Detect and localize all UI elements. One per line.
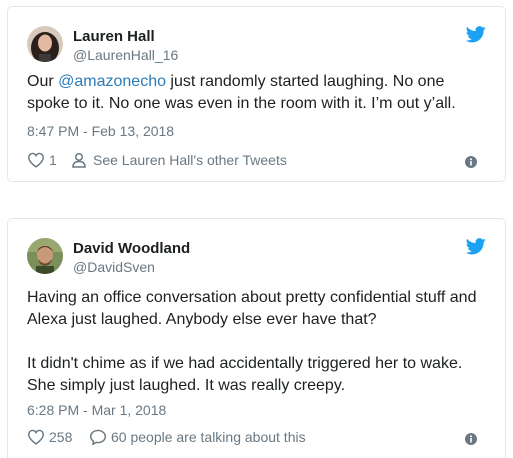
author-name[interactable]: David Woodland <box>73 240 190 257</box>
tweet-text-before: Our <box>27 73 59 90</box>
conversation-label: 60 people are talking about this <box>111 429 306 445</box>
twitter-bird-icon[interactable] <box>466 26 486 43</box>
author-name[interactable]: Lauren Hall <box>73 28 155 45</box>
timestamp[interactable]: 8:47 PM - Feb 13, 2018 <box>27 123 174 139</box>
comment-bubble-icon <box>89 429 107 445</box>
tweet-actions: 258 60 people are talking about this <box>27 429 491 449</box>
author-handle[interactable]: @DavidSven <box>73 259 155 275</box>
twitter-bird-icon[interactable] <box>466 238 486 255</box>
tweet-paragraph: Having an office conversation about pret… <box>27 289 477 328</box>
tweet-text: Having an office conversation about pret… <box>27 287 491 397</box>
mention-link[interactable]: @amazonecho <box>58 73 166 90</box>
avatar[interactable] <box>27 26 63 62</box>
tweet-actions: 1 See Lauren Hall's other Tweets <box>27 152 491 172</box>
timestamp[interactable]: 6:28 PM - Mar 1, 2018 <box>27 402 166 418</box>
conversation-link[interactable]: 60 people are talking about this <box>89 429 306 445</box>
tweet-card[interactable]: Lauren Hall @LaurenHall_16 Our @amazonec… <box>7 6 506 182</box>
tweet-text: Our @amazonecho just randomly started la… <box>27 71 491 115</box>
heart-icon <box>27 429 45 445</box>
info-icon[interactable] <box>465 433 477 445</box>
avatar[interactable] <box>27 238 63 274</box>
person-icon <box>72 152 86 168</box>
heart-icon <box>27 152 45 168</box>
tweet-card[interactable]: David Woodland @DavidSven Having an offi… <box>7 218 506 458</box>
author-handle[interactable]: @LaurenHall_16 <box>73 47 178 63</box>
other-tweets-link[interactable]: See Lauren Hall's other Tweets <box>71 152 287 168</box>
like-button[interactable]: 258 <box>27 429 72 445</box>
like-count: 1 <box>49 152 57 168</box>
like-count: 258 <box>49 429 73 445</box>
info-icon[interactable] <box>465 156 477 168</box>
tweet-paragraph: It didn't chime as if we had accidentall… <box>27 355 463 394</box>
other-tweets-label: See Lauren Hall's other Tweets <box>93 152 287 168</box>
like-button[interactable]: 1 <box>27 152 57 168</box>
